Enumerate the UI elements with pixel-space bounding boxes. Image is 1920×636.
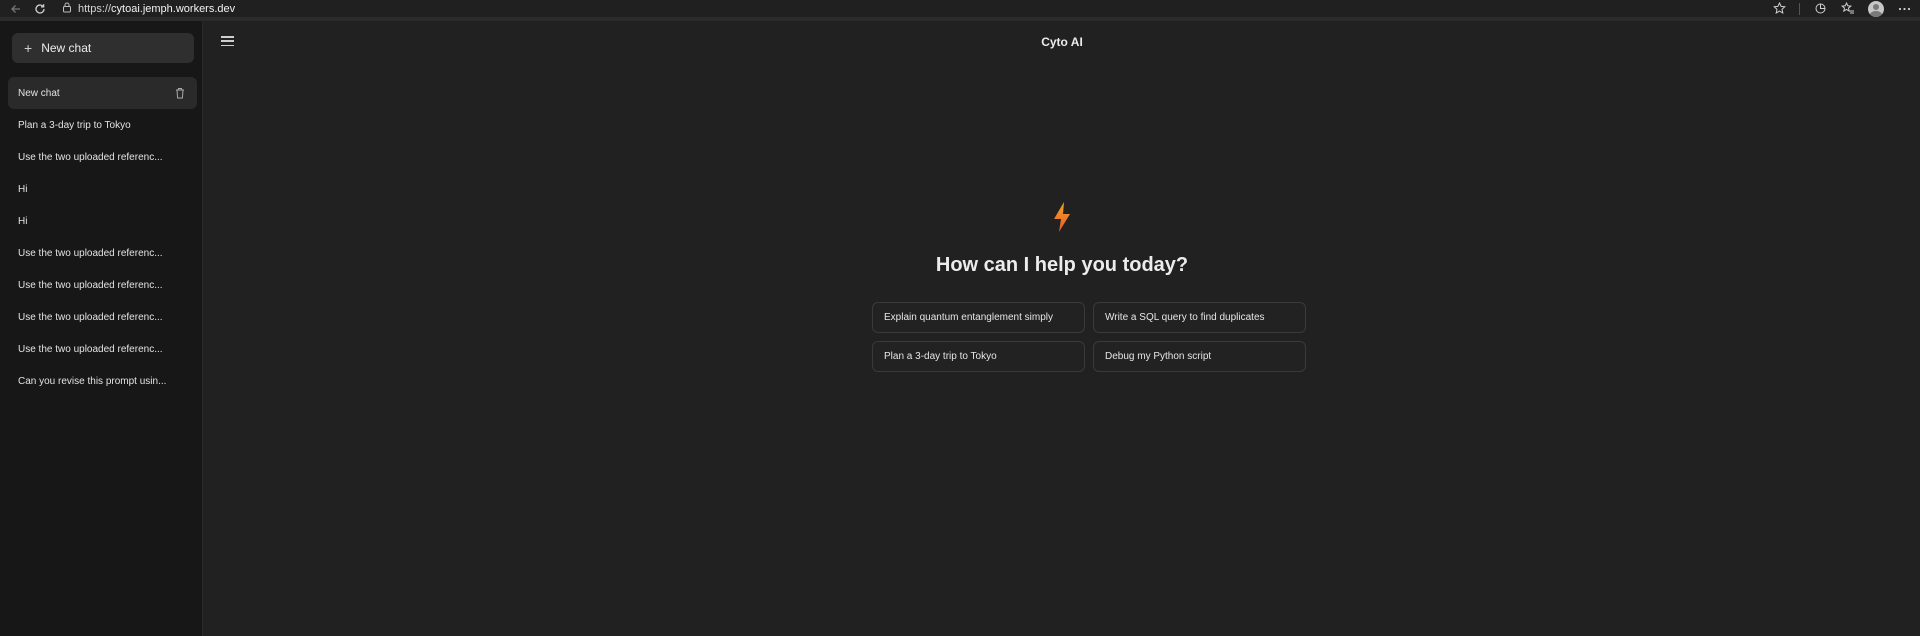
address-bar[interactable]: https://cytoai.jemph.workers.dev xyxy=(62,1,235,17)
chat-history-item[interactable]: Hi xyxy=(8,173,197,205)
chat-history-item[interactable]: Hi xyxy=(8,205,197,237)
suggestion-chip[interactable]: Plan a 3-day trip to Tokyo xyxy=(872,341,1085,372)
chat-history-label: Use the two uploaded referenc... xyxy=(18,247,163,259)
chat-history-item[interactable]: Can you revise this prompt usin... xyxy=(8,365,197,397)
chat-history-label: Use the two uploaded referenc... xyxy=(18,151,163,163)
new-chat-button[interactable]: + New chat xyxy=(12,33,194,63)
toolbar-divider xyxy=(1799,2,1800,15)
more-options-icon[interactable] xyxy=(1896,1,1912,17)
favorites-icon[interactable] xyxy=(1840,1,1856,17)
chat-history-label: New chat xyxy=(18,87,60,99)
sidebar: + New chat New chat Plan a 3-day trip to… xyxy=(0,21,203,636)
suggestion-chip[interactable]: Debug my Python script xyxy=(1093,341,1306,372)
chat-history-label: Use the two uploaded referenc... xyxy=(18,343,163,355)
chat-history-label: Plan a 3-day trip to Tokyo xyxy=(18,119,131,131)
chat-history-list: New chat Plan a 3-day trip to Tokyo Use … xyxy=(8,77,197,397)
welcome-hero: How can I help you today? xyxy=(204,201,1920,277)
chat-history-item[interactable]: Use the two uploaded referenc... xyxy=(8,141,197,173)
suggestion-chip[interactable]: Explain quantum entanglement simply xyxy=(872,302,1085,333)
suggestion-grid: Explain quantum entanglement simply Writ… xyxy=(872,302,1308,372)
chat-history-item[interactable]: Plan a 3-day trip to Tokyo xyxy=(8,109,197,141)
chat-history-label: Hi xyxy=(18,183,28,195)
greeting-heading: How can I help you today? xyxy=(935,254,1189,276)
plus-icon: + xyxy=(24,40,33,56)
extensions-icon[interactable] xyxy=(1812,1,1828,17)
app-title: Cyto AI xyxy=(1041,35,1083,49)
url-host: cytoai.jemph.workers.dev xyxy=(111,2,236,15)
suggestion-chip[interactable]: Write a SQL query to find duplicates xyxy=(1093,302,1306,333)
chat-history-label: Hi xyxy=(18,215,28,227)
chat-history-item[interactable]: New chat xyxy=(8,77,197,109)
star-icon[interactable] xyxy=(1771,1,1787,17)
lock-icon xyxy=(62,0,72,18)
chat-history-item[interactable]: Use the two uploaded referenc... xyxy=(8,333,197,365)
new-chat-label: New chat xyxy=(41,41,92,55)
browser-actions xyxy=(1771,0,1912,17)
profile-avatar[interactable] xyxy=(1868,0,1884,17)
main-content: Cyto AI How can I help you today? Explai… xyxy=(204,21,1920,636)
trash-icon[interactable] xyxy=(175,87,185,99)
chat-history-label: Can you revise this prompt usin... xyxy=(18,375,167,387)
chat-history-label: Use the two uploaded referenc... xyxy=(18,279,163,291)
chat-history-item[interactable]: Use the two uploaded referenc... xyxy=(8,269,197,301)
url-text: https://cytoai.jemph.workers.dev xyxy=(78,3,235,15)
chat-history-label: Use the two uploaded referenc... xyxy=(18,311,163,323)
lightning-bolt-icon xyxy=(1051,201,1073,233)
back-icon[interactable] xyxy=(8,1,24,17)
browser-toolbar: https://cytoai.jemph.workers.dev xyxy=(0,0,1920,21)
chat-history-item[interactable]: Use the two uploaded referenc... xyxy=(8,237,197,269)
reload-icon[interactable] xyxy=(32,1,48,17)
url-prefix: https:// xyxy=(78,2,112,15)
chat-history-item[interactable]: Use the two uploaded referenc... xyxy=(8,301,197,333)
